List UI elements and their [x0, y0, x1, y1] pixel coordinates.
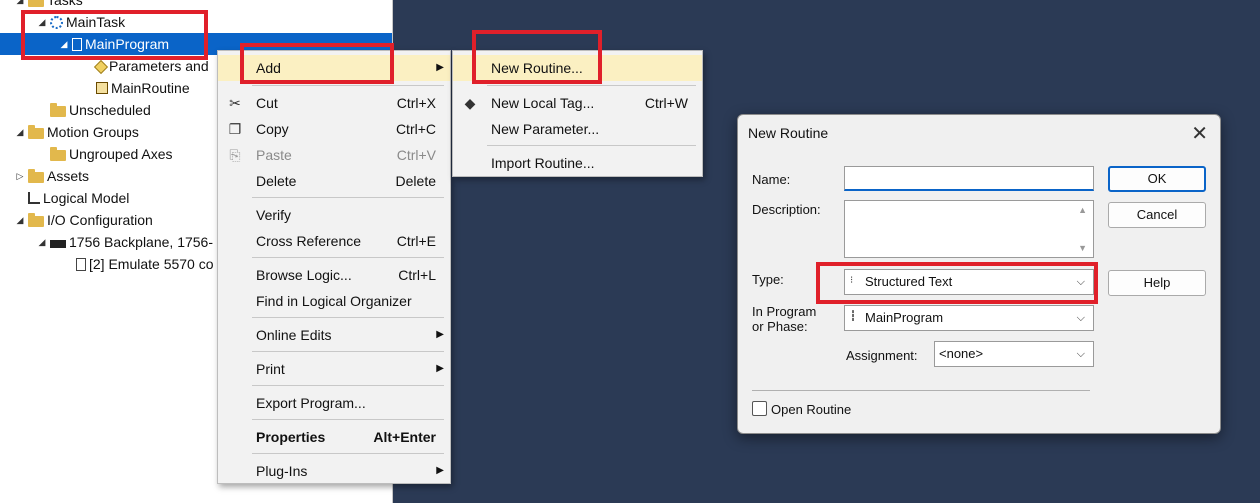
- help-button[interactable]: Help: [1108, 270, 1206, 296]
- tree-item-maintask[interactable]: ◢ MainTask: [36, 11, 126, 33]
- name-input[interactable]: [844, 166, 1094, 191]
- menu-item-paste[interactable]: ⎘ Paste Ctrl+V: [218, 142, 450, 168]
- scissors-icon: ✂: [229, 95, 241, 111]
- in-program-select[interactable]: ┇ MainProgram ⌵: [844, 305, 1094, 331]
- menu-item-export-program[interactable]: Export Program...: [218, 390, 450, 416]
- tree-item-tasks[interactable]: ◢ Tasks: [14, 0, 83, 11]
- task-icon: [50, 15, 63, 29]
- assignment-label: Assignment:: [846, 348, 918, 363]
- menu-item-new-local-tag[interactable]: ◆ New Local Tag... Ctrl+W: [453, 90, 702, 116]
- type-label: Type:: [752, 272, 784, 287]
- collapse-arrow-icon[interactable]: ◢: [14, 209, 26, 231]
- open-routine-label: Open Routine: [771, 402, 852, 417]
- tree-item-parameters[interactable]: Parameters and: [93, 55, 209, 77]
- chevron-down-icon: ⌵: [1076, 348, 1085, 360]
- menu-separator: [252, 85, 444, 86]
- tree-item-motion-groups[interactable]: ◢ Motion Groups: [14, 121, 139, 143]
- folder-icon: [50, 146, 66, 161]
- tag-icon: [93, 59, 109, 75]
- new-routine-dialog: New Routine ✕ Name: Description: ▲ ▼ Typ…: [737, 114, 1221, 434]
- context-menu: Add ▶ ✂ Cut Ctrl+X ❐ Copy Ctrl+C ⎘ Paste…: [217, 50, 451, 484]
- folder-icon: [28, 168, 44, 183]
- menu-separator: [252, 385, 444, 386]
- menu-item-new-parameter[interactable]: New Parameter...: [453, 116, 702, 142]
- paste-icon: ⎘: [229, 147, 241, 163]
- collapse-arrow-icon[interactable]: ◢: [36, 231, 48, 253]
- routine-icon: [96, 82, 108, 94]
- scroll-down-icon[interactable]: ▼: [1078, 243, 1087, 253]
- logical-model-icon: [28, 192, 40, 204]
- tree-item-logical-model[interactable]: Logical Model: [26, 187, 129, 209]
- assignment-select[interactable]: <none> ⌵: [934, 341, 1094, 367]
- description-input[interactable]: ▲ ▼: [844, 200, 1094, 258]
- collapse-arrow-icon[interactable]: ◢: [36, 11, 48, 33]
- module-icon: [76, 257, 86, 271]
- menu-item-verify[interactable]: Verify: [218, 202, 450, 228]
- menu-item-cross-reference[interactable]: Cross Reference Ctrl+E: [218, 228, 450, 254]
- close-icon[interactable]: ✕: [1191, 121, 1208, 146]
- dialog-title: New Routine: [748, 125, 829, 141]
- folder-icon: [28, 0, 44, 7]
- folder-icon: [28, 124, 44, 139]
- menu-item-properties[interactable]: Properties Alt+Enter: [218, 424, 450, 450]
- menu-separator: [487, 145, 696, 146]
- cancel-button[interactable]: Cancel: [1108, 202, 1206, 228]
- collapse-arrow-icon[interactable]: ◢: [58, 33, 70, 55]
- copy-icon: ❐: [228, 121, 242, 137]
- menu-item-import-routine[interactable]: Import Routine...: [453, 150, 702, 176]
- menu-item-online-edits[interactable]: Online Edits ▶: [218, 322, 450, 348]
- folder-icon: [28, 212, 44, 227]
- expand-arrow-icon[interactable]: ▷: [14, 165, 26, 187]
- menu-separator: [252, 317, 444, 318]
- menu-separator: [487, 85, 696, 86]
- structured-text-icon: ⁝: [850, 275, 854, 286]
- tag-icon: ◆: [464, 95, 476, 111]
- menu-separator: [252, 351, 444, 352]
- tree-item-unscheduled[interactable]: Unscheduled: [48, 99, 151, 121]
- menu-item-add[interactable]: Add ▶: [218, 55, 450, 81]
- tree-item-mainroutine[interactable]: MainRoutine: [94, 77, 190, 99]
- folder-icon: [50, 102, 66, 117]
- tree-item-backplane[interactable]: ◢ 1756 Backplane, 1756-: [36, 231, 213, 253]
- menu-item-new-routine[interactable]: New Routine...: [453, 55, 702, 81]
- collapse-arrow-icon[interactable]: ◢: [14, 0, 26, 11]
- menu-item-find-logical-organizer[interactable]: Find in Logical Organizer: [218, 288, 450, 314]
- menu-item-cut[interactable]: ✂ Cut Ctrl+X: [218, 90, 450, 116]
- menu-item-browse-logic[interactable]: Browse Logic... Ctrl+L: [218, 262, 450, 288]
- scroll-up-icon[interactable]: ▲: [1078, 205, 1087, 215]
- menu-separator: [252, 453, 444, 454]
- menu-item-plug-ins[interactable]: Plug-Ins ▶: [218, 458, 450, 484]
- menu-separator: [252, 257, 444, 258]
- description-label: Description:: [752, 202, 821, 217]
- menu-separator: [252, 197, 444, 198]
- submenu-arrow-icon: ▶: [436, 329, 444, 340]
- submenu-arrow-icon: ▶: [436, 62, 444, 73]
- in-program-label: In Program or Phase:: [752, 304, 817, 334]
- tree-item-assets[interactable]: ▷ Assets: [14, 165, 89, 187]
- open-routine-checkbox[interactable]: [752, 401, 767, 416]
- menu-separator: [252, 419, 444, 420]
- collapse-arrow-icon[interactable]: ◢: [14, 121, 26, 143]
- name-label: Name:: [752, 172, 791, 187]
- menu-item-delete[interactable]: Delete Delete: [218, 168, 450, 194]
- chevron-down-icon: ⌵: [1076, 312, 1085, 324]
- add-submenu: New Routine... ◆ New Local Tag... Ctrl+W…: [452, 50, 703, 177]
- type-select[interactable]: ⁝ Structured Text ⌵: [844, 269, 1094, 295]
- divider: [752, 390, 1090, 391]
- tree-item-io-configuration[interactable]: ◢ I/O Configuration: [14, 209, 153, 231]
- tree-item-ungrouped-axes[interactable]: Ungrouped Axes: [48, 143, 173, 165]
- program-icon: ┇: [850, 311, 857, 322]
- submenu-arrow-icon: ▶: [436, 363, 444, 374]
- tree-item-emulate-module[interactable]: [2] Emulate 5570 co: [74, 253, 214, 275]
- ok-button[interactable]: OK: [1108, 166, 1206, 192]
- menu-item-print[interactable]: Print ▶: [218, 356, 450, 382]
- menu-item-copy[interactable]: ❐ Copy Ctrl+C: [218, 116, 450, 142]
- chevron-down-icon: ⌵: [1076, 276, 1085, 288]
- backplane-icon: [50, 239, 66, 248]
- program-icon: [72, 37, 82, 51]
- submenu-arrow-icon: ▶: [436, 465, 444, 476]
